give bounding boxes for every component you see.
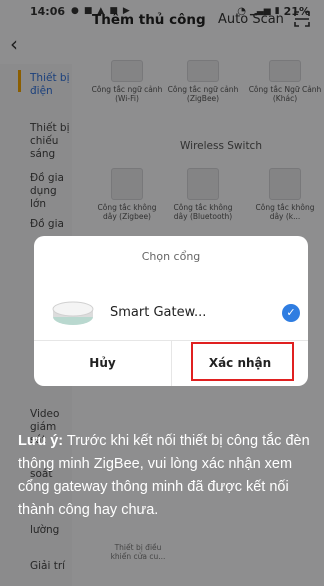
note-label: Lưu ý:	[18, 433, 64, 449]
gateway-device-icon	[52, 301, 94, 325]
instruction-note: Lưu ý: Trước khi kết nối thiết bị công t…	[18, 430, 320, 522]
gateway-name: Smart Gatew...	[110, 305, 207, 320]
check-icon: ✓	[282, 304, 300, 322]
screen: 14:06 ● ■ ▲ ■ ▶ ◔ ▁▃▅ ▮ 21% ‹ Thêm thủ c…	[0, 0, 324, 586]
gateway-option[interactable]: Smart Gatew... ✓	[48, 294, 300, 334]
cancel-button[interactable]: Hủy	[34, 341, 171, 386]
dialog-title: Chọn cổng	[141, 250, 201, 263]
confirm-highlight-box	[191, 342, 294, 381]
